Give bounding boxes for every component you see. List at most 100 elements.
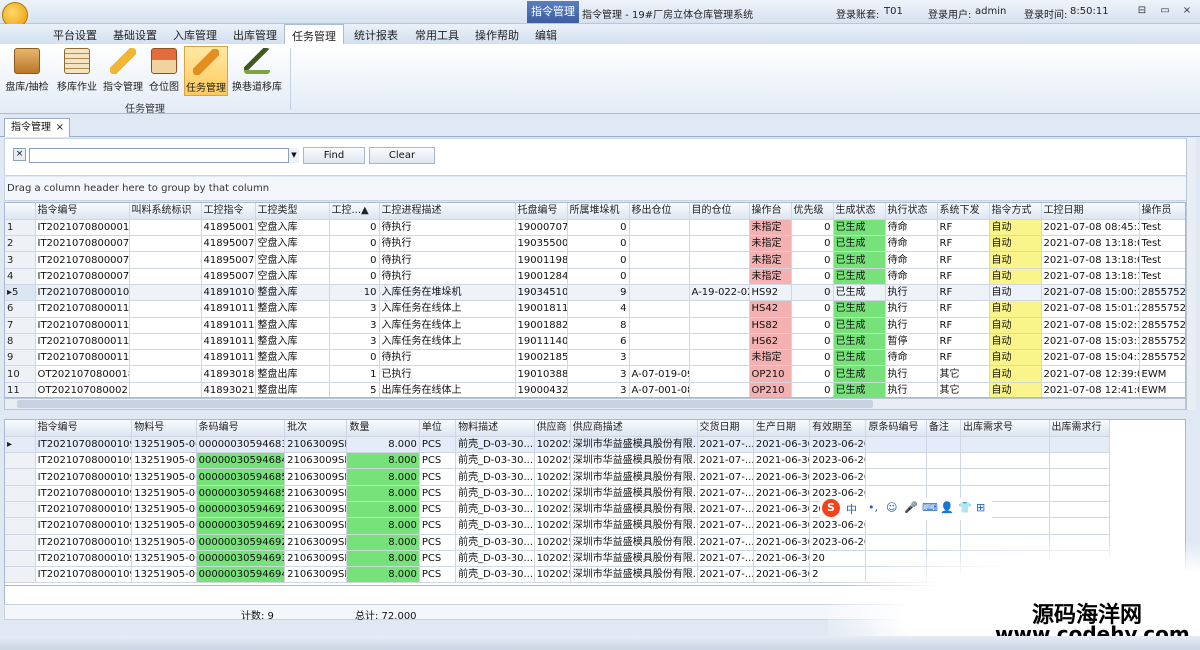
table-cell[interactable] (129, 365, 202, 383)
table-row[interactable]: IT20210708000109 13251905-00 0000003059468… (5, 452, 1111, 470)
find-button[interactable]: Find (303, 147, 365, 164)
table-row[interactable]: 11OT20210708000218 418930218整盘出库5出库任务在线体上… (5, 382, 1185, 397)
column-header[interactable]: 移出仓位 (629, 203, 690, 220)
table-cell[interactable]: HS82 (749, 317, 792, 334)
menu-edit[interactable]: 编辑 (526, 26, 566, 43)
table-cell[interactable]: 21063009SN (284, 436, 348, 454)
table-cell[interactable]: 102025 (534, 534, 571, 551)
column-header[interactable]: 条码编号 (196, 420, 286, 437)
table-cell[interactable]: 已生成 (833, 300, 886, 318)
table-cell[interactable]: PCS (419, 534, 457, 551)
table-cell[interactable]: 000000305946946 (196, 566, 286, 584)
table-row[interactable]: 8IT20210708000113 418910113整盘入库3入库任务在线体上1… (5, 333, 1185, 351)
table-cell[interactable]: 418910111 (201, 300, 256, 318)
table-cell[interactable]: 2855752 (1139, 317, 1185, 334)
table-cell[interactable] (129, 219, 202, 237)
table-cell[interactable]: 3 (567, 365, 630, 383)
keyboard-icon[interactable]: ⌨ (922, 501, 938, 514)
table-cell[interactable]: 21063009SN (284, 517, 348, 535)
column-header[interactable]: 供应商 (534, 420, 571, 437)
row-indicator[interactable] (5, 485, 36, 502)
table-cell[interactable]: 8.000 (346, 468, 420, 486)
table-cell[interactable]: 418910112 (201, 317, 256, 334)
table-cell[interactable]: 8 (567, 317, 630, 334)
chevron-down-icon[interactable]: ▼ (288, 148, 299, 163)
table-cell[interactable]: 已生成 (833, 333, 886, 351)
table-cell[interactable]: 2021-07-... (697, 517, 754, 535)
table-cell[interactable]: 102025 (534, 468, 571, 486)
horizontal-scrollbar[interactable] (4, 398, 1186, 410)
instruction-management-button[interactable]: 指令管理 (101, 46, 145, 96)
table-cell[interactable]: 暂停 (885, 333, 938, 351)
table-cell[interactable]: 前壳_D-03-30... (455, 452, 535, 470)
table-cell[interactable] (926, 452, 962, 470)
table-cell[interactable]: IT20210708000075 (35, 251, 130, 269)
table-cell[interactable] (129, 300, 202, 318)
table-cell[interactable]: 执行 (885, 365, 938, 383)
table-cell[interactable] (629, 251, 690, 269)
table-cell[interactable]: 前壳_D-03-30... (455, 534, 535, 551)
menu-inbound[interactable]: 入库管理 (164, 26, 226, 43)
table-row[interactable]: ▸5IT20210708000109 418910109整盘入库10入库任务在堆垛… (5, 284, 1185, 302)
table-cell[interactable]: 其它 (937, 365, 990, 383)
table-cell[interactable]: PCS (419, 468, 457, 486)
table-cell[interactable]: RF (937, 349, 990, 367)
table-cell[interactable]: 418950019 (201, 219, 256, 237)
table-cell[interactable] (865, 517, 927, 535)
table-cell[interactable]: 深圳市华益盛模具股份有限... (570, 452, 698, 470)
table-cell[interactable]: PCS (419, 485, 457, 502)
table-cell[interactable]: 2021-07-08 12:41:03 (1041, 382, 1140, 397)
table-cell[interactable] (689, 349, 750, 367)
table-cell[interactable]: 待执行 (379, 268, 516, 285)
row-indicator[interactable] (5, 517, 36, 535)
table-cell[interactable]: 102025 (534, 550, 571, 568)
table-cell[interactable] (689, 251, 750, 269)
table-cell[interactable] (1049, 517, 1111, 535)
lane-relocation-button[interactable]: 换巷道移库 (230, 46, 284, 96)
table-cell[interactable]: 19011140 (515, 333, 568, 351)
row-indicator[interactable]: 4 (5, 268, 36, 285)
table-cell[interactable]: OT20210708000180 (35, 365, 130, 383)
row-indicator[interactable]: 10 (5, 365, 36, 383)
table-cell[interactable]: 空盘入库 (255, 219, 330, 237)
table-cell[interactable]: 前壳_D-03-30... (455, 436, 535, 454)
table-cell[interactable]: 自动 (989, 349, 1042, 367)
table-cell[interactable] (926, 436, 962, 454)
table-cell[interactable]: 待命 (885, 349, 938, 367)
table-cell[interactable]: IT20210708000109 (35, 485, 133, 502)
table-cell[interactable] (129, 251, 202, 269)
table-cell[interactable]: 已执行 (379, 365, 516, 383)
table-cell[interactable]: 3 (329, 317, 380, 334)
table-cell[interactable]: EWM (1139, 365, 1185, 383)
table-cell[interactable]: 0 (791, 251, 834, 269)
menu-platform-settings[interactable]: 平台设置 (44, 26, 106, 43)
table-cell[interactable]: 2023-06-20 (809, 452, 867, 470)
table-cell[interactable]: HS42 (749, 300, 792, 318)
column-header[interactable]: 优先级 (791, 203, 834, 220)
table-cell[interactable]: A-19-022-02 (689, 284, 750, 302)
table-cell[interactable]: 2021-06-30 (753, 452, 811, 470)
table-cell[interactable] (1049, 485, 1111, 502)
vertical-scrollbar[interactable] (1186, 138, 1196, 410)
table-cell[interactable]: 21063009SN (284, 501, 348, 519)
table-cell[interactable]: 0 (329, 251, 380, 269)
table-cell[interactable]: 2021-06-30 (753, 436, 811, 454)
table-cell[interactable]: 0 (791, 284, 834, 302)
row-indicator[interactable]: ▸ (5, 436, 36, 454)
table-cell[interactable]: 出库任务在线体上 (379, 382, 516, 397)
table-cell[interactable]: A-07-019-09 (629, 365, 690, 383)
table-cell[interactable]: PCS (419, 452, 457, 470)
column-header[interactable]: 工控指令 (201, 203, 256, 220)
table-cell[interactable]: Test (1139, 235, 1185, 253)
table-cell[interactable] (629, 235, 690, 253)
row-indicator[interactable]: 7 (5, 317, 36, 334)
table-cell[interactable] (1049, 452, 1111, 470)
table-cell[interactable]: 2021-07-... (697, 452, 754, 470)
table-cell[interactable]: 待命 (885, 235, 938, 253)
table-cell[interactable]: 深圳市华益盛模具股份有限... (570, 436, 698, 454)
table-cell[interactable]: 自动 (989, 284, 1042, 302)
table-cell[interactable]: 2021-07-08 15:03:16 (1041, 333, 1140, 351)
row-indicator[interactable] (5, 566, 36, 584)
table-cell[interactable] (689, 317, 750, 334)
table-cell[interactable]: 13251905-00 (131, 501, 197, 519)
